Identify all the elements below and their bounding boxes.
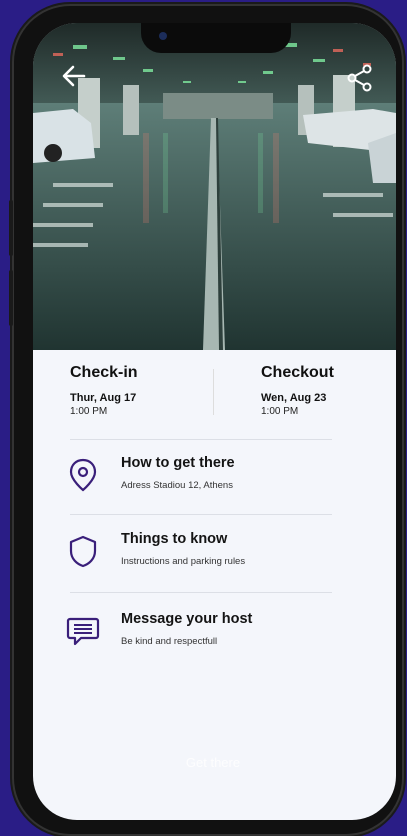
share-icon[interactable] <box>343 61 377 95</box>
phone-screen: Check-in Thur, Aug 17 1:00 PM Checkout W… <box>33 23 396 820</box>
volume-down-button <box>9 270 13 326</box>
checkout-day: Wen, Aug 23 <box>261 392 327 404</box>
how-to-get-there-row[interactable]: How to get there Adress Stadiou 12, Athe… <box>63 455 363 515</box>
divider <box>70 514 332 515</box>
checkin-title: Check-in <box>70 364 138 381</box>
shield-icon <box>63 531 103 571</box>
divider <box>70 439 332 440</box>
date-divider <box>213 369 214 415</box>
volume-up-button <box>9 200 13 256</box>
dates-section: Check-in Thur, Aug 17 1:00 PM Checkout W… <box>33 350 396 460</box>
row-title: Message your host <box>121 611 253 627</box>
row-subtitle: Adress Stadiou 12, Athens <box>121 480 233 491</box>
location-pin-icon <box>63 455 103 495</box>
divider <box>70 592 332 593</box>
checkin-block: Check-in Thur, Aug 17 1:00 PM <box>70 364 138 417</box>
row-subtitle: Instructions and parking rules <box>121 556 246 567</box>
row-title: Things to know <box>121 531 228 547</box>
front-camera <box>159 32 167 40</box>
row-subtitle: Be kind and respectfull <box>121 636 218 647</box>
row-title: How to get there <box>121 455 235 471</box>
message-icon <box>63 611 103 651</box>
checkin-day: Thur, Aug 17 <box>70 392 137 404</box>
checkout-title: Checkout <box>261 364 334 381</box>
back-arrow-icon[interactable] <box>57 59 91 93</box>
get-there-button[interactable]: Get there <box>93 755 333 779</box>
checkout-time: 1:00 PM <box>261 406 299 417</box>
checkout-block: Checkout Wen, Aug 23 1:00 PM <box>261 364 334 417</box>
things-to-know-row[interactable]: Things to know Instructions and parking … <box>63 531 363 591</box>
message-host-row[interactable]: Message your host Be kind and respectful… <box>63 611 363 671</box>
checkin-time: 1:00 PM <box>70 406 108 417</box>
